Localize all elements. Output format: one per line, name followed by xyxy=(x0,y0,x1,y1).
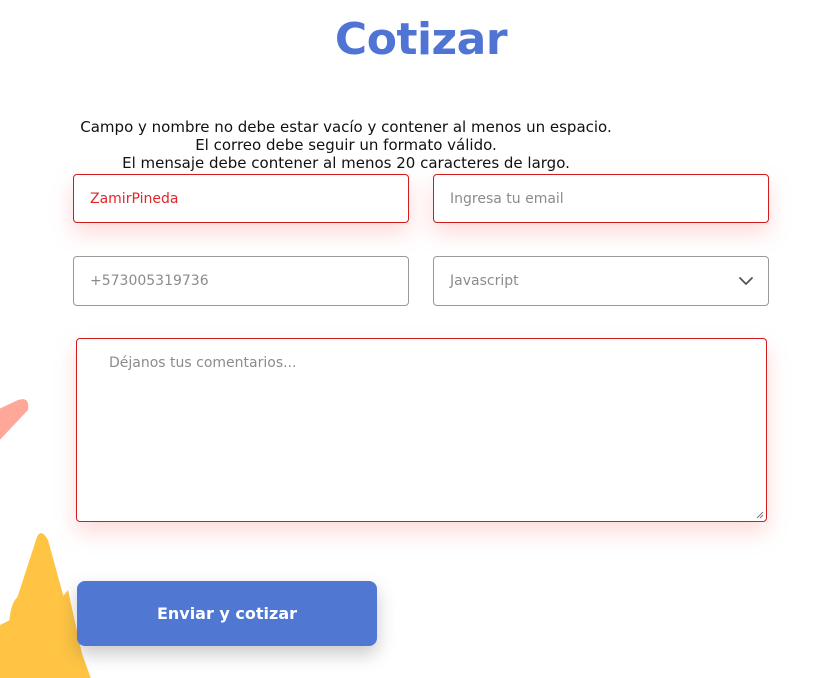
language-select[interactable]: Javascript xyxy=(433,256,769,306)
error-message-comments: El mensaje debe contener al menos 20 car… xyxy=(122,154,570,172)
comments-textarea-placeholder: Déjanos tus comentarios... xyxy=(109,355,297,371)
submit-quote-button[interactable]: Enviar y cotizar xyxy=(77,581,377,646)
comments-textarea[interactable]: Déjanos tus comentarios... xyxy=(76,338,767,522)
error-message-name: Campo y nombre no debe estar vacío y con… xyxy=(80,118,612,136)
email-input-placeholder: Ingresa tu email xyxy=(450,190,564,207)
language-select-value: Javascript xyxy=(450,273,519,289)
validation-messages: Campo y nombre no debe estar vacío y con… xyxy=(0,118,692,172)
page-title: Cotizar xyxy=(334,14,508,65)
phone-input[interactable]: +573005319736 xyxy=(73,256,409,306)
peach-decoration-shape xyxy=(0,399,29,440)
resize-handle-icon[interactable] xyxy=(755,510,764,519)
name-input[interactable]: ZamirPineda xyxy=(73,174,409,223)
error-message-email: El correo debe seguir un formato válido. xyxy=(195,136,497,154)
chevron-down-icon xyxy=(739,277,753,285)
name-input-value: ZamirPineda xyxy=(90,190,179,207)
email-input[interactable]: Ingresa tu email xyxy=(433,174,769,223)
quote-page: Cotizar Campo y nombre no debe estar vac… xyxy=(0,0,824,678)
phone-input-placeholder: +573005319736 xyxy=(90,273,209,289)
